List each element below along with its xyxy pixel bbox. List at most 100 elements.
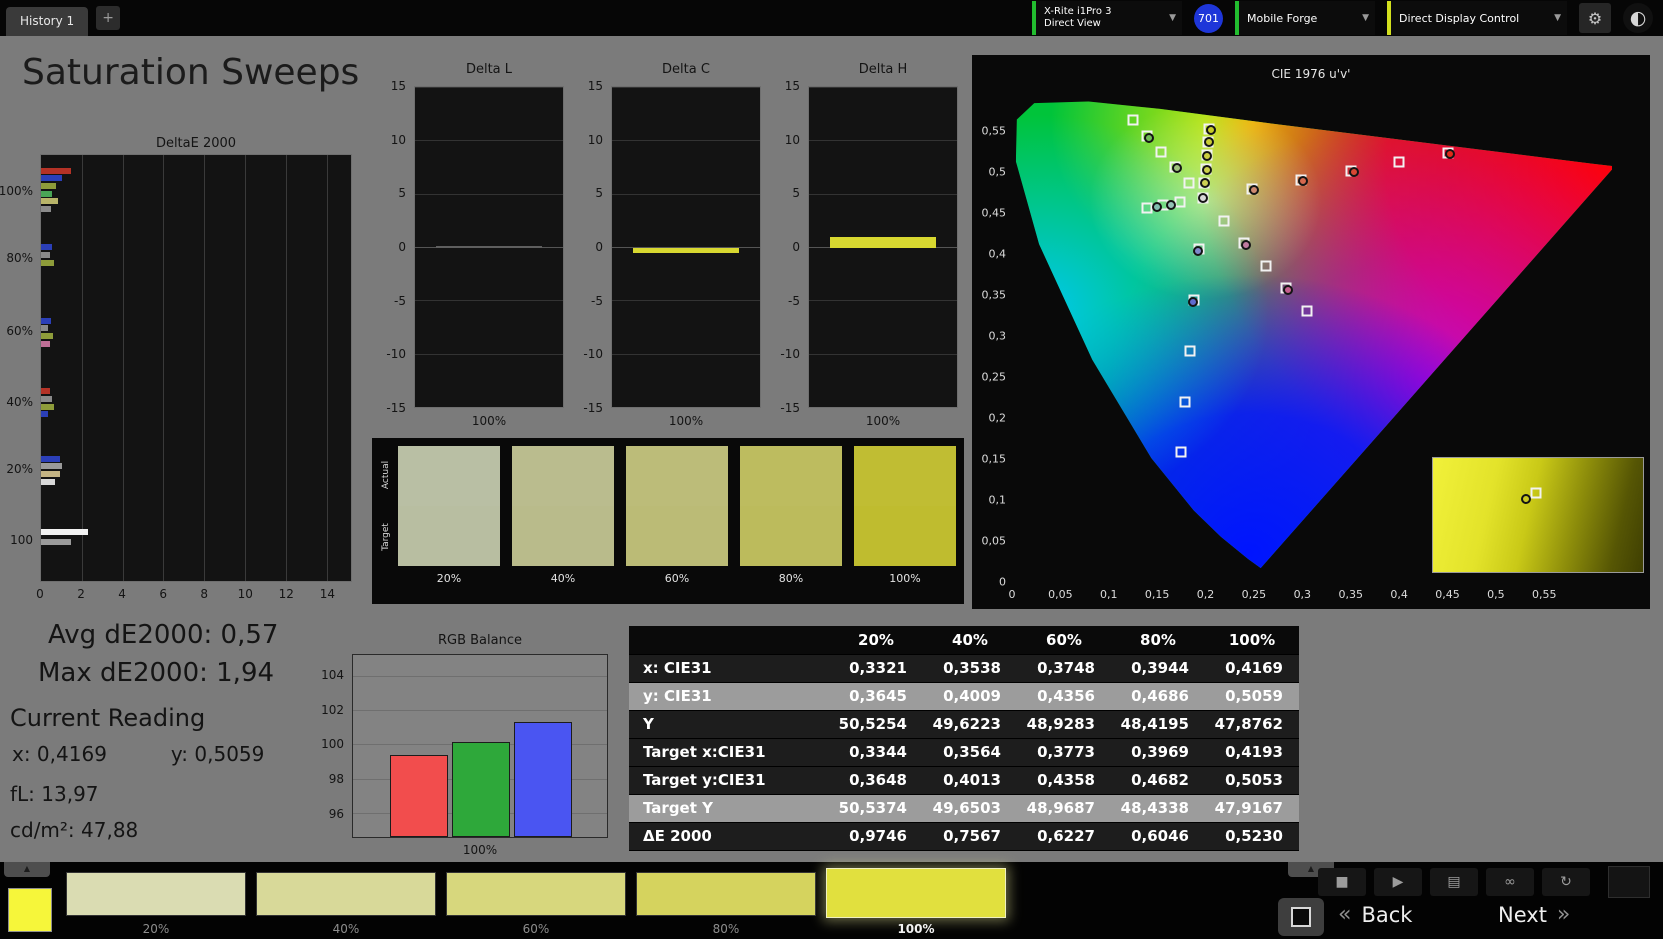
delta-chart-delta-h: Delta H 15 10 5 0 -5 -10 -15 100%: [762, 60, 959, 432]
deltae-bar: [41, 455, 60, 462]
page-title: Saturation Sweeps: [22, 52, 360, 93]
gridline: [809, 353, 957, 355]
x-tick-label: 6: [159, 587, 167, 601]
panel-slot: [1608, 866, 1650, 898]
stop-button[interactable]: ■: [1318, 868, 1366, 896]
chart-title: Delta C: [662, 62, 710, 77]
deltae-bar: [41, 175, 63, 182]
cell-value: 49,6223: [923, 710, 1017, 739]
deltae-bar: [41, 396, 53, 403]
x-tick-label: 0: [1008, 588, 1016, 601]
y-tick-label: 100: [321, 737, 344, 752]
meter-selector-dropdown[interactable]: X-Rite i1Pro 3 Direct View ▼: [1032, 1, 1182, 35]
swatch-column: 80%: [740, 438, 842, 604]
table-row: Target x:CIE31 0,3344 0,3564 0,3773 0,3969 0,…: [629, 738, 1299, 767]
y-tick-label: 104: [321, 667, 344, 682]
source-selector-dropdown[interactable]: Mobile Forge ▼: [1235, 1, 1375, 35]
row-label: Y: [629, 710, 829, 739]
cell-value: 0,3944: [1111, 654, 1205, 683]
column-header: 60%: [1017, 626, 1111, 655]
table-row: Target y:CIE31 0,3648 0,4013 0,4358 0,4682 0,…: [629, 766, 1299, 795]
save-icon: ▤: [1447, 874, 1461, 890]
deltae-bar: [41, 183, 57, 190]
infinity-icon: ∞: [1504, 874, 1516, 890]
x-tick-label: 0,15: [1144, 588, 1170, 601]
topbar-controls: X-Rite i1Pro 3 Direct View ▼ 701 Mobile …: [1032, 0, 1657, 36]
y-tick-label: 5: [792, 186, 800, 201]
cell-value: 0,4169: [1205, 654, 1299, 683]
y-tick-label: 0,3: [988, 329, 1007, 343]
y-tick-label: 0,4: [988, 247, 1007, 261]
source-name: Mobile Forge: [1247, 11, 1318, 25]
measurement-count-badge[interactable]: 701: [1194, 3, 1223, 33]
deltae-bar: [41, 206, 52, 213]
y-tick-label: 102: [321, 702, 344, 717]
play-button[interactable]: ▶: [1374, 868, 1422, 896]
y-tick-label: 96: [328, 806, 344, 821]
cie-measurement-marker: [1199, 178, 1210, 189]
cie-measurement-marker: [1144, 132, 1155, 143]
avg-de2000-value: Avg dE2000: 0,57: [48, 620, 279, 650]
gridline: [415, 193, 563, 195]
x-tick-label: 0,05: [1048, 588, 1073, 601]
save-button[interactable]: ▤: [1430, 868, 1478, 896]
y-tick-label: 0: [792, 240, 800, 254]
gridline: [285, 155, 287, 581]
bottom-swatch-60[interactable]: [446, 872, 626, 916]
rgb-bar-red: [390, 754, 448, 837]
y-tick-label: 5: [595, 186, 603, 201]
gridline: [122, 155, 124, 581]
x-tick-label: 0,55: [1532, 588, 1557, 601]
swatch-label: 40%: [550, 572, 576, 585]
back-button[interactable]: « Back: [1338, 902, 1412, 927]
deltae-chart-title: DeltaE 2000: [155, 136, 237, 151]
delta-value-bar: [435, 245, 543, 248]
fl-reading: fL: 13,97: [10, 782, 99, 806]
settings-button[interactable]: ⚙: [1579, 3, 1611, 33]
target-swatch: [854, 506, 956, 566]
y-tick-label: -15: [386, 401, 406, 415]
next-button[interactable]: Next »: [1498, 902, 1570, 927]
cell-value: 48,9283: [1017, 710, 1111, 739]
chart-plot: [611, 86, 761, 408]
screen-blank-button[interactable]: [1278, 898, 1324, 936]
deltae-y-axis: 100% 80% 60% 40% 20% 100: [0, 154, 36, 582]
bottom-swatch-20[interactable]: [66, 872, 246, 916]
bottom-swatch-100[interactable]: [826, 868, 1006, 918]
cie-measurement-marker: [1241, 239, 1252, 250]
cell-value: 0,3645: [829, 682, 923, 711]
cell-value: 0,4358: [1017, 766, 1111, 795]
row-label: Target x:CIE31: [629, 738, 829, 767]
display-control-dropdown[interactable]: Direct Display Control ▼: [1387, 1, 1567, 35]
cie-chart-title: CIE 1976 u'v': [1271, 67, 1351, 81]
x-axis-label: 100%: [668, 414, 704, 428]
gridline: [809, 87, 957, 88]
table-row: ΔE 2000 0,9746 0,7567 0,6227 0,6046 0,5230: [629, 822, 1299, 851]
y-tick-label: 0: [999, 575, 1006, 589]
y-tick-label: 0,5: [988, 165, 1007, 179]
cell-value: 0,3538: [923, 654, 1017, 683]
y-tick-label: 15: [587, 79, 603, 93]
deltae-bar: [41, 325, 49, 332]
bottom-swatch-40[interactable]: [256, 872, 436, 916]
y-tick-label: 15: [390, 79, 406, 93]
cie-target-marker: [1141, 202, 1153, 214]
theme-toggle-button[interactable]: ◐: [1623, 3, 1653, 33]
measurement-table: 20% 40% 60% 80% 100% x: CIE31 0,3321 0,3538 0,37…: [629, 626, 1299, 851]
next-label: Next: [1498, 902, 1547, 927]
deltae-chart-plot: [40, 154, 352, 582]
bottom-swatch-80[interactable]: [636, 872, 816, 916]
actual-swatch: [740, 446, 842, 506]
cie-measurement-marker: [1192, 245, 1203, 256]
tab-history-1[interactable]: History 1: [6, 7, 89, 36]
gridline: [415, 140, 563, 142]
deltae-bar: [41, 252, 50, 259]
add-tab-button[interactable]: +: [96, 6, 121, 30]
cie-points-layer: [1012, 90, 1612, 582]
continuous-mode-button[interactable]: ∞: [1486, 868, 1534, 896]
x-tick-label: 12: [278, 587, 294, 601]
rgb-bar-green: [452, 741, 510, 837]
y-tick-label: 0,35: [981, 288, 1007, 302]
refresh-button[interactable]: ↻: [1542, 868, 1590, 896]
y-tick-label: 60%: [6, 323, 33, 338]
